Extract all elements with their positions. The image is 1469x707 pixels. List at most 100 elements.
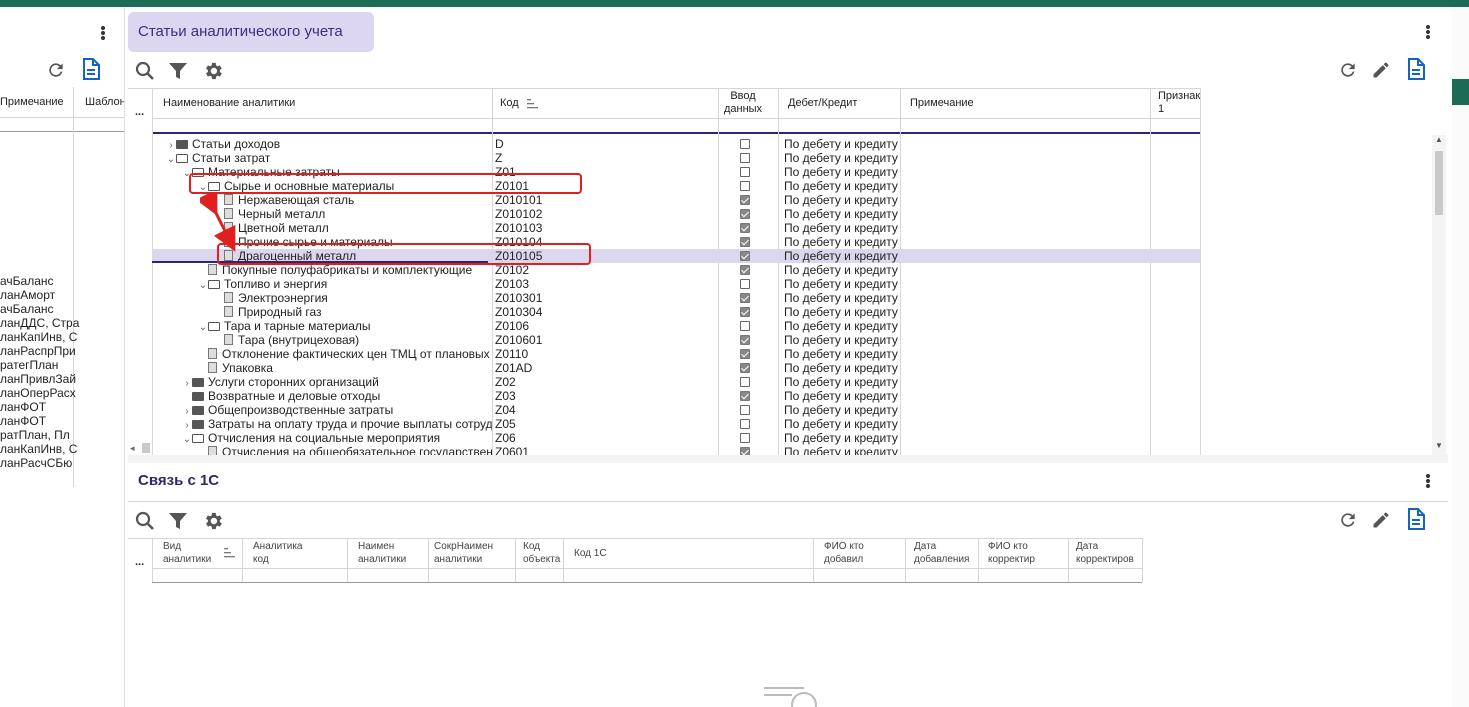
input-checkbox[interactable]: [740, 279, 750, 289]
input-checkbox[interactable]: [740, 139, 750, 149]
col-header-debit-credit[interactable]: Дебет/Кредит: [788, 97, 857, 109]
input-checkbox[interactable]: [740, 321, 750, 331]
vertical-scrollbar-thumb[interactable]: [1435, 151, 1443, 215]
left-list-item[interactable]: ратПлан, Пл: [0, 428, 70, 442]
table-row[interactable]: › Статьи доходов D По дебету и кредиту: [152, 137, 1200, 151]
sort-icon[interactable]: [527, 99, 539, 109]
row-name-cell[interactable]: Покупные полуфабрикаты и комплектующие: [198, 263, 492, 277]
chevron-down-icon[interactable]: ⌄: [166, 153, 176, 165]
chevron-down-icon[interactable]: ⌄: [182, 433, 192, 445]
input-checkbox[interactable]: [740, 223, 750, 233]
input-checkbox[interactable]: [740, 405, 750, 415]
left-list-item[interactable]: ланКапИнв, С: [0, 442, 77, 456]
table-row[interactable]: ⌄ Сырье и основные материалы Z0101 По дебет…: [152, 179, 1200, 193]
search-icon[interactable]: [135, 511, 155, 531]
refresh-icon[interactable]: [1338, 510, 1358, 530]
chevron-down-icon[interactable]: ⌄: [182, 167, 192, 179]
left-list-item[interactable]: ланФОТ: [0, 400, 46, 414]
link-col-name[interactable]: Наимен аналитики: [358, 540, 406, 566]
table-row[interactable]: Природный газ Z010304 По дебету и кредиту: [152, 305, 1200, 319]
row-name-cell[interactable]: Прочие сырье и материалы: [214, 235, 492, 249]
pencil-icon[interactable]: [1371, 510, 1391, 530]
row-name-cell[interactable]: Тара (внутрицеховая): [214, 333, 492, 347]
col-header-note[interactable]: Примечание: [910, 97, 974, 109]
document-icon[interactable]: [81, 58, 101, 80]
table-row[interactable]: ⌄ Статьи затрат Z По дебету и кредиту: [152, 151, 1200, 165]
input-checkbox[interactable]: [740, 349, 750, 359]
table-row[interactable]: Тара (внутрицеховая) Z010601 По дебету и к…: [152, 333, 1200, 347]
link-col-kind[interactable]: Вид аналитики: [163, 540, 211, 566]
col-header-code[interactable]: Код: [500, 97, 519, 109]
left-list-item[interactable]: ланПривлЗай: [0, 372, 76, 386]
row-name-cell[interactable]: › Услуги сторонних организаций: [182, 375, 492, 389]
input-checkbox[interactable]: [740, 335, 750, 345]
table-row[interactable]: › Общепроизводственные затраты Z04 По дебет…: [152, 403, 1200, 417]
input-checkbox[interactable]: [740, 195, 750, 205]
row-name-cell[interactable]: Отчисления на общеобязательное государст…: [198, 445, 492, 455]
chevron-right-icon[interactable]: ›: [166, 139, 176, 151]
chevron-right-icon[interactable]: ›: [182, 419, 192, 431]
row-name-cell[interactable]: ⌄ Отчисления на социальные мероприятия: [182, 431, 492, 445]
grid-ellipsis[interactable]: ...: [135, 106, 144, 118]
link-col-date-added[interactable]: Дата добавления: [914, 540, 969, 566]
row-name-cell[interactable]: Упаковка: [198, 361, 492, 375]
table-row[interactable]: ⌄ Отчисления на социальные мероприятия Z06…: [152, 431, 1200, 445]
input-checkbox[interactable]: [740, 209, 750, 219]
sort-icon[interactable]: [224, 548, 236, 558]
filter-icon[interactable]: [168, 61, 188, 81]
link-grid-ellipsis[interactable]: ...: [135, 556, 144, 568]
row-name-cell[interactable]: Цветной металл: [214, 221, 492, 235]
page-title[interactable]: Статьи аналитического учета: [128, 12, 374, 52]
left-list-item[interactable]: ланФОТ: [0, 414, 46, 428]
row-name-cell[interactable]: Нержавеющая сталь: [214, 193, 492, 207]
left-list-item[interactable]: ачБаланс: [0, 302, 54, 316]
input-checkbox[interactable]: [740, 293, 750, 303]
table-row[interactable]: Черный металл Z010102 По дебету и кредиту: [152, 207, 1200, 221]
filter-icon[interactable]: [168, 511, 188, 531]
chevron-right-icon[interactable]: ›: [182, 405, 192, 417]
document-icon[interactable]: [1406, 58, 1426, 80]
table-row[interactable]: Нержавеющая сталь Z010101 По дебету и кред…: [152, 193, 1200, 207]
input-checkbox[interactable]: [740, 167, 750, 177]
left-kebab-menu-icon[interactable]: [97, 23, 109, 43]
main-kebab-menu-icon[interactable]: [1422, 22, 1434, 42]
row-name-cell[interactable]: Электроэнергия: [214, 291, 492, 305]
vertical-scrollbar[interactable]: ▲ ▼: [1432, 135, 1446, 455]
input-checkbox[interactable]: [740, 433, 750, 443]
input-checkbox[interactable]: [740, 307, 750, 317]
left-list-item[interactable]: ланДДС, Стра: [0, 316, 79, 330]
row-name-cell[interactable]: Отклонение фактических цен ТМЦ от планов…: [198, 347, 492, 361]
scroll-up-arrow[interactable]: ▲: [1435, 135, 1443, 144]
left-list-item[interactable]: ланАморт: [0, 288, 55, 302]
col-header-name[interactable]: Наименование аналитики: [163, 97, 295, 109]
col-header-input[interactable]: Ввод данных: [723, 90, 763, 116]
pencil-icon[interactable]: [1371, 60, 1391, 80]
link-col-short[interactable]: СокрНаимен аналитики: [434, 540, 493, 566]
input-checkbox[interactable]: [740, 447, 750, 455]
input-checkbox[interactable]: [740, 419, 750, 429]
table-row[interactable]: Электроэнергия Z010301 По дебету и кредиту: [152, 291, 1200, 305]
input-checkbox[interactable]: [740, 153, 750, 163]
table-row[interactable]: Упаковка Z01AD По дебету и кредиту: [152, 361, 1200, 375]
row-name-cell[interactable]: ⌄ Материальные затраты: [182, 165, 492, 179]
row-name-cell[interactable]: Черный металл: [214, 207, 492, 221]
chevron-down-icon[interactable]: ⌄: [198, 279, 208, 291]
link-col-who-added[interactable]: ФИО кто добавил: [824, 540, 864, 566]
table-row[interactable]: Отклонение фактических цен ТМЦ от планов…: [152, 347, 1200, 361]
row-name-cell[interactable]: › Статьи доходов: [166, 137, 492, 151]
link-kebab-menu-icon[interactable]: [1422, 471, 1434, 491]
chevron-right-icon[interactable]: ›: [182, 377, 192, 389]
input-checkbox[interactable]: [740, 237, 750, 247]
chevron-down-icon[interactable]: ⌄: [198, 321, 208, 333]
link-col-date-edited[interactable]: Дата корректиров: [1076, 540, 1142, 566]
left-list-item[interactable]: ланРасчСБю: [0, 456, 72, 470]
left-col-template[interactable]: Шаблон: [85, 96, 124, 108]
horizontal-scrollbar-thumb[interactable]: [142, 443, 150, 453]
left-col-note[interactable]: Примечание: [0, 96, 64, 108]
table-row[interactable]: Покупные полуфабрикаты и комплектующие Z0…: [152, 263, 1200, 277]
table-row[interactable]: Прочие сырье и материалы Z010104 По дебету…: [152, 235, 1200, 249]
gear-icon[interactable]: [202, 510, 224, 532]
refresh-icon[interactable]: [46, 60, 66, 80]
left-list-item[interactable]: ратегПлан: [0, 358, 58, 372]
scroll-left-arrow[interactable]: ◂: [130, 443, 135, 454]
